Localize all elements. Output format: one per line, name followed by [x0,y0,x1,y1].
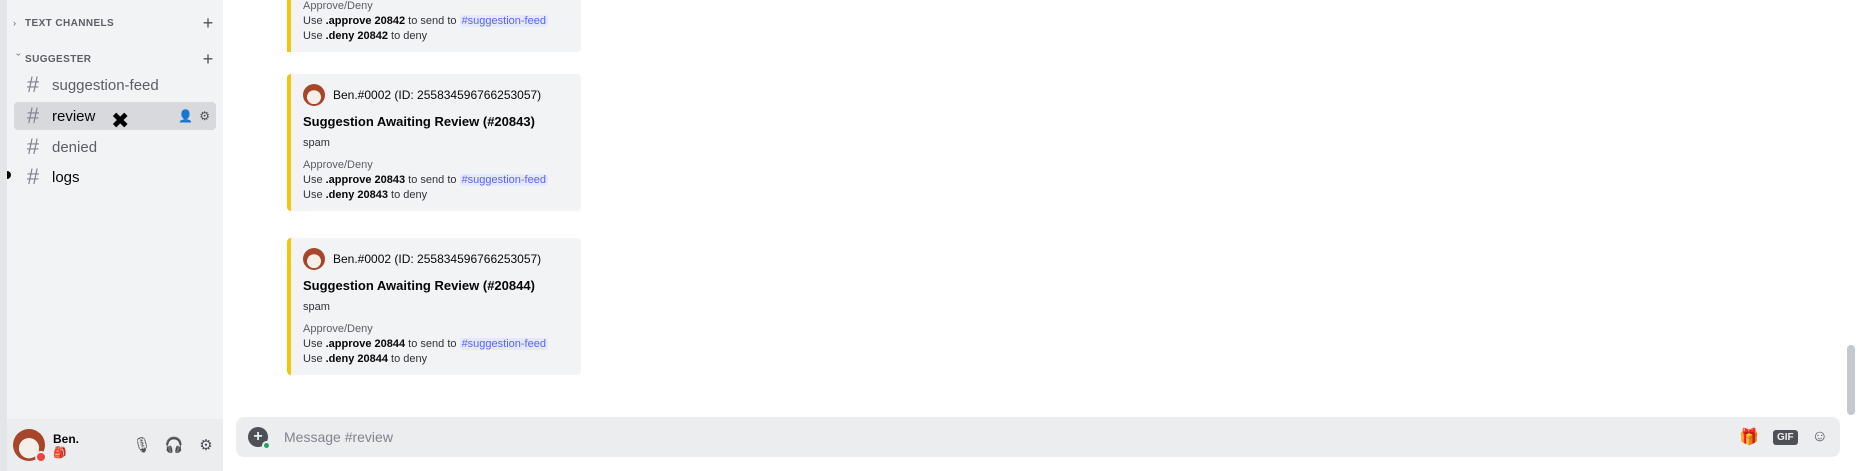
channel-mention[interactable]: #suggestion-feed [459,174,548,186]
channel-suggestion-feed[interactable]: # suggestion-feed [14,71,216,99]
embed-title: Suggestion Awaiting Review (#20843) [303,114,535,129]
chevron-down-icon: › [14,53,24,56]
scrollbar[interactable] [1847,345,1855,415]
category-label: TEXT CHANNELS [25,17,115,29]
hash-icon: # [26,164,40,189]
invite-member-icon[interactable]: 👤 [178,109,193,123]
attach-plus-icon[interactable]: + [248,427,271,450]
field-name: Approve/Deny [303,323,373,335]
hash-icon: # [26,103,40,128]
suggestion-embed: Ben.#0002 (ID: 255834596766253057) Sugge… [287,238,581,375]
embed-author: Ben.#0002 (ID: 255834596766253057) [303,248,569,270]
suggestion-embed: Approve/Deny Use .approve 20842 to send … [287,0,581,52]
deny-command: .deny 20842 [325,30,388,42]
author-avatar [303,248,325,270]
approve-command: .approve 20842 [325,15,406,27]
custom-status: 🎒 [53,446,67,459]
app-window: › TEXT CHANNELS + › SUGGESTER + # sugges… [0,0,1857,471]
channel-name: logs [52,168,80,186]
dnd-status-icon [35,451,47,463]
hash-icon: # [26,134,40,159]
channel-logs[interactable]: # logs [14,163,216,191]
channel-sidebar: › TEXT CHANNELS + › SUGGESTER + # sugges… [7,0,223,471]
embed-description: spam [303,137,330,149]
cursor-x-icon: ✖ [111,108,130,133]
channel-mention[interactable]: #suggestion-feed [459,15,548,27]
deny-line: Use .deny 20844 to deny [303,353,428,365]
approve-line: Use .approve 20842 to send to #suggestio… [303,15,548,27]
category-label: SUGGESTER [25,53,92,65]
server-strip [0,0,7,471]
add-channel-icon[interactable]: + [199,50,217,68]
field-name: Approve/Deny [303,0,373,12]
emoji-icon[interactable]: ☺ [1812,428,1828,446]
category-suggester[interactable]: › SUGGESTER + [13,49,217,69]
embed-title: Suggestion Awaiting Review (#20844) [303,278,535,293]
user-settings-gear-icon[interactable]: ⚙ [195,436,217,454]
embed-description: spam [303,301,330,313]
author-avatar [303,84,325,106]
approve-command: .approve 20843 [325,174,406,186]
deny-line: Use .deny 20843 to deny [303,189,428,201]
unread-indicator [7,171,11,179]
approve-command: .approve 20844 [325,338,406,350]
approve-line: Use .approve 20844 to send to #suggestio… [303,338,548,350]
gift-icon[interactable]: 🎁 [1739,427,1759,447]
deny-line: Use .deny 20842 to deny [303,30,428,42]
mute-microphone-icon[interactable]: 🎙 [131,436,153,454]
add-channel-icon[interactable]: + [199,14,217,32]
channel-denied[interactable]: # denied [14,133,216,161]
deny-command: .deny 20843 [325,189,388,201]
deny-command: .deny 20844 [325,353,388,365]
approve-line: Use .approve 20843 to send to #suggestio… [303,174,548,186]
gif-icon[interactable]: GIF [1772,429,1798,445]
chat-area: Approve/Deny Use .approve 20842 to send … [223,0,1857,471]
channel-mention[interactable]: #suggestion-feed [459,338,548,350]
gear-icon[interactable]: ⚙ [199,109,210,123]
username: Ben. [53,431,80,446]
deafen-headphones-icon[interactable]: 🎧 [163,436,185,454]
message-input[interactable]: Message #review [284,429,1739,445]
field-name: Approve/Deny [303,159,373,171]
message-composer: + Message #review 🎁 GIF ☺ [236,417,1840,457]
category-text-channels[interactable]: › TEXT CHANNELS + [13,13,217,33]
hash-icon: # [26,72,40,97]
author-name: Ben.#0002 (ID: 255834596766253057) [333,88,542,102]
embed-author: Ben.#0002 (ID: 255834596766253057) [303,84,569,106]
author-name: Ben.#0002 (ID: 255834596766253057) [333,252,542,266]
chevron-right-icon: › [13,18,16,28]
channel-name: denied [52,138,98,156]
user-panel: Ben. 🎒 🎙 🎧 ⚙ [7,419,223,471]
suggestion-embed: Ben.#0002 (ID: 255834596766253057) Sugge… [287,74,581,211]
channel-name: suggestion-feed [52,76,159,94]
avatar[interactable] [13,429,47,463]
